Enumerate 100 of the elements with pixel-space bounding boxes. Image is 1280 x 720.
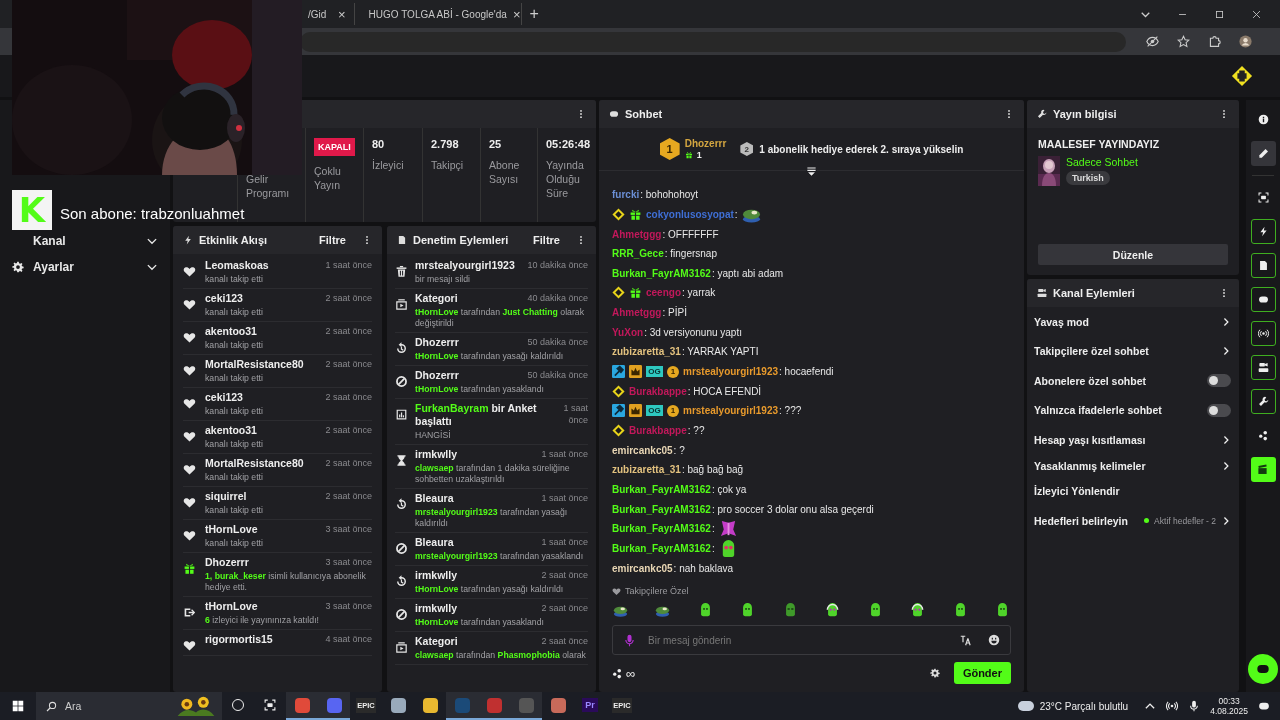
support-button[interactable] xyxy=(1248,654,1278,684)
sidebar-tool-button[interactable] xyxy=(1250,141,1276,166)
chat-username[interactable]: zubizaretta_31 xyxy=(612,346,681,358)
sidebar-tool-button[interactable] xyxy=(1250,457,1276,482)
infinity-symbol: ∞ xyxy=(626,665,636,681)
action-detail: mrstealyourgirl1923 tarafından yasağı kaldırıldı xyxy=(415,507,569,529)
language-tag[interactable]: Turkish xyxy=(1066,171,1110,185)
notification-icon[interactable] xyxy=(1258,700,1270,712)
heart-icon xyxy=(612,586,621,596)
taskbar-app[interactable] xyxy=(286,692,318,720)
address-field[interactable] xyxy=(300,31,1126,52)
chat-username[interactable]: furcki xyxy=(612,189,640,201)
sidebar-tool-button[interactable] xyxy=(1250,219,1276,244)
trash-icon xyxy=(395,265,408,278)
channel-action[interactable]: Takipçilere özel sohbet xyxy=(1027,336,1239,366)
chat-username[interactable]: emircankc05 xyxy=(612,444,673,456)
search-icon xyxy=(46,700,57,712)
sidebar-tool-button[interactable] xyxy=(1250,389,1276,414)
chat-username[interactable]: Burkan_FayrAM3162 xyxy=(612,484,711,496)
chat-message: : yarrak xyxy=(682,287,716,299)
channel-action[interactable]: Yalnızca ifadelerle sohbet xyxy=(1027,395,1239,425)
weather-widget[interactable]: 23°C Parçalı bulutlu xyxy=(1017,700,1129,712)
panel-title: Denetim Eylemleri xyxy=(413,234,510,246)
taskbar-app[interactable] xyxy=(510,692,542,720)
dots-icon[interactable] xyxy=(612,667,623,679)
event-time: 2 saat önce xyxy=(325,292,372,305)
microphone-icon[interactable] xyxy=(1188,700,1201,712)
eye-slash-icon[interactable] xyxy=(1146,35,1159,48)
toggle-switch[interactable] xyxy=(1207,374,1231,388)
close-icon[interactable] xyxy=(1251,8,1262,20)
avatar-icon[interactable] xyxy=(1239,35,1252,48)
hammer-badge-icon xyxy=(612,365,625,379)
chat-username[interactable]: Burkan_FayrAM3162 xyxy=(612,543,711,554)
emote-icon[interactable] xyxy=(910,603,926,617)
chat-message: : ??? xyxy=(779,405,802,417)
toggle-switch[interactable] xyxy=(1207,403,1231,417)
close-tab-button[interactable]: × xyxy=(338,6,346,22)
channel-action[interactable]: Abonelere özel sohbet xyxy=(1027,366,1239,396)
channel-action[interactable]: Yasaklanmış kelimeler xyxy=(1027,454,1239,477)
sidebar-tool-button[interactable] xyxy=(1250,253,1276,278)
chat-username[interactable]: RRR_Gece xyxy=(612,248,664,260)
channel-action[interactable]: Hesap yaşı kısıtlaması xyxy=(1027,425,1239,455)
speaker-icon[interactable] xyxy=(1166,700,1179,712)
taskbar-app[interactable] xyxy=(446,692,478,720)
chat-username[interactable]: zubizaretta_31 xyxy=(612,464,681,476)
chat-username[interactable]: mrstealyourgirl1923 xyxy=(683,366,779,378)
stat-label: Gelir Programı xyxy=(246,172,291,200)
event-detail: kanalı takip etti xyxy=(205,307,264,318)
ban-icon xyxy=(395,375,408,388)
category-link[interactable]: Sadece Sohbet xyxy=(1066,156,1138,168)
emote-section-label: Takipçilere Özel xyxy=(625,586,689,596)
start-icon[interactable] xyxy=(12,700,24,712)
send-button[interactable]: Gönder xyxy=(953,662,1011,684)
translate-icon[interactable] xyxy=(960,634,972,646)
taskbar-app[interactable] xyxy=(318,692,350,720)
clock[interactable]: 00:33 4.08.2025 xyxy=(1210,696,1248,716)
chat-username[interactable]: Burkan_FayrAM3162 xyxy=(612,523,711,535)
channel-action[interactable]: İzleyici Yönlendir xyxy=(1027,476,1239,506)
tab-title: /Gid xyxy=(308,8,328,20)
action-title: irmkwlly xyxy=(415,569,458,582)
filter-button[interactable]: Filtre xyxy=(319,234,346,246)
chat-username[interactable]: Burkan_FayrAM3162 xyxy=(612,503,711,515)
browser-tab[interactable]: HUGO TOLGA ABİ - Google'da × xyxy=(354,3,522,25)
channel-action[interactable]: Hedefleri belirleyin Aktif hedefler - 2 xyxy=(1027,506,1239,536)
star-icon[interactable] xyxy=(1177,35,1190,48)
sidebar-tool-button[interactable] xyxy=(1250,287,1276,312)
event-user: tHornLove xyxy=(205,523,258,536)
close-tab-button[interactable]: × xyxy=(512,6,521,22)
emoji-icon[interactable] xyxy=(988,634,1000,646)
message-box[interactable]: Bir mesaj gönderin xyxy=(612,625,1011,655)
chat-username[interactable]: emircankc05 xyxy=(612,562,673,574)
sidebar-item[interactable]: Kanal xyxy=(12,232,158,250)
search-field[interactable]: Ara xyxy=(36,692,222,720)
diamond-logo-icon[interactable] xyxy=(1231,65,1253,87)
taskbar-app[interactable]: Pr xyxy=(574,692,606,720)
sidebar-tool-button[interactable] xyxy=(1250,355,1276,380)
sidebar-item[interactable]: Ayarlar xyxy=(12,258,158,276)
chat-username[interactable]: Burkan_FayrAM3162 xyxy=(612,267,711,279)
action-title: FurkanBayram bir Anket başlattı xyxy=(415,402,538,428)
chat-username[interactable]: cokyonlusosyopat xyxy=(646,208,734,220)
channel-action[interactable]: Yavaş mod xyxy=(1027,307,1239,337)
sidebar-tool-button[interactable] xyxy=(1250,321,1276,346)
event-time: 4 saat önce xyxy=(325,633,372,646)
puzzle-icon[interactable] xyxy=(1208,35,1221,48)
app-icon xyxy=(486,697,502,713)
message-field[interactable]: Bir mesaj gönderin xyxy=(646,633,944,647)
document-icon xyxy=(397,235,407,245)
settings-icon[interactable] xyxy=(929,668,940,678)
new-tab-button[interactable]: + xyxy=(529,5,539,23)
emote-icon[interactable] xyxy=(825,603,841,617)
chat-message: : 3d versiyonunu yaptı xyxy=(644,326,742,338)
chat-bubble-icon xyxy=(1257,294,1269,305)
app-icon xyxy=(326,697,342,713)
collapse-icon[interactable] xyxy=(806,166,817,177)
chat-username[interactable]: mrstealyourgirl1923 xyxy=(683,405,779,417)
app-icon xyxy=(390,697,406,713)
action-time: 10 dakika önce xyxy=(527,259,588,272)
edit-button[interactable]: Düzenle xyxy=(1038,244,1228,265)
filter-button[interactable]: Filtre xyxy=(533,234,560,246)
maximize-icon[interactable] xyxy=(1214,8,1225,20)
